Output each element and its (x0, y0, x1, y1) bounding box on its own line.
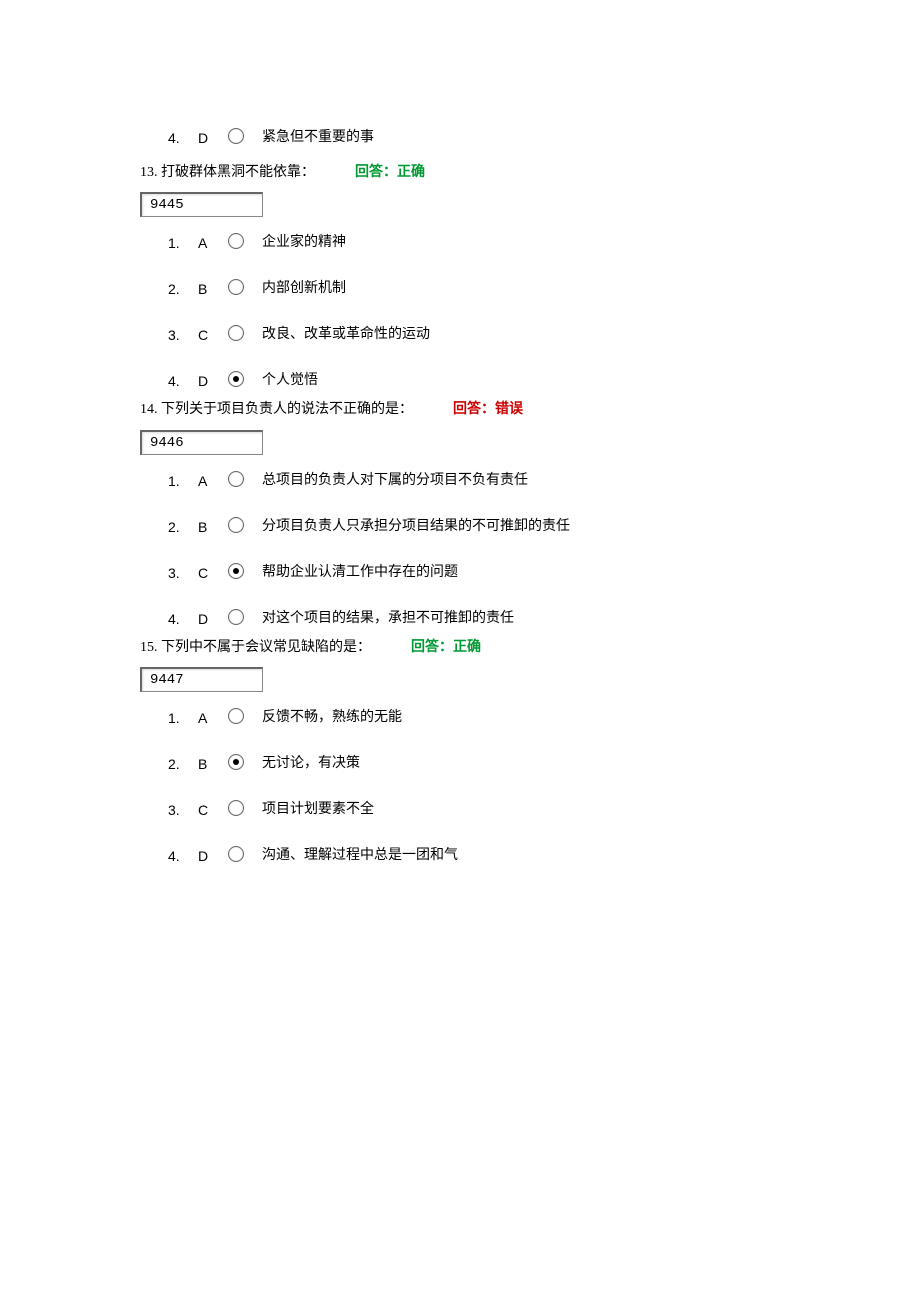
options-list: 1. A 反馈不畅，熟练的无能 2. B 无讨论，有决策 3. C 项目计划要素不全 4. D 沟通、… (140, 710, 780, 864)
option-letter: A (198, 474, 216, 488)
option-text: 对这个项目的结果，承担不可推卸的责任 (262, 612, 514, 626)
option-letter: B (198, 757, 216, 771)
option-letter: D (198, 612, 216, 626)
options-list: 1. A 企业家的精神 2. B 内部创新机制 3. C 改良、改革或革命性的运动 4. D 个人觉悟 (140, 235, 780, 389)
question-header: 14. 下列关于项目负责人的说法不正确的是： 回答：错误 (140, 399, 780, 421)
option-text: 总项目的负责人对下属的分项目不负有责任 (262, 474, 528, 488)
option-text: 个人觉悟 (262, 374, 318, 388)
question-header: 15. 下列中不属于会议常见缺陷的是： 回答：正确 (140, 637, 780, 659)
radio-icon[interactable] (228, 471, 244, 487)
option-row[interactable]: 4. D 紧急但不重要的事 (168, 130, 780, 146)
option-index: 4. (168, 131, 190, 145)
option-index: 1. (168, 474, 190, 488)
option-index: 3. (168, 803, 190, 817)
option-row[interactable]: 1. A 总项目的负责人对下属的分项目不负有责任 (168, 473, 780, 489)
option-row[interactable]: 4. D 个人觉悟 (168, 373, 780, 389)
option-text: 反馈不畅，熟练的无能 (262, 711, 402, 725)
option-index: 4. (168, 612, 190, 626)
option-index: 3. (168, 328, 190, 342)
option-index: 4. (168, 849, 190, 863)
radio-icon[interactable] (228, 754, 244, 770)
option-letter: D (198, 131, 216, 145)
option-row[interactable]: 3. C 项目计划要素不全 (168, 802, 780, 818)
option-letter: D (198, 849, 216, 863)
question-text: 打破群体黑洞不能依靠： (161, 165, 315, 180)
radio-icon[interactable] (228, 517, 244, 533)
option-row[interactable]: 1. A 反馈不畅，熟练的无能 (168, 710, 780, 726)
option-letter: D (198, 374, 216, 388)
option-text: 项目计划要素不全 (262, 803, 374, 817)
option-letter: C (198, 328, 216, 342)
option-index: 4. (168, 374, 190, 388)
feedback-label: 回答：正确 (411, 640, 481, 655)
option-index: 2. (168, 282, 190, 296)
option-letter: B (198, 282, 216, 296)
question-header: 13. 打破群体黑洞不能依靠： 回答：正确 (140, 162, 780, 184)
radio-icon[interactable] (228, 325, 244, 341)
question-text: 下列关于项目负责人的说法不正确的是： (161, 402, 413, 417)
options-list: 1. A 总项目的负责人对下属的分项目不负有责任 2. B 分项目负责人只承担分项目结果的… (140, 473, 780, 627)
option-row[interactable]: 1. A 企业家的精神 (168, 235, 780, 251)
option-row[interactable]: 2. B 内部创新机制 (168, 281, 780, 297)
radio-icon[interactable] (228, 800, 244, 816)
option-letter: A (198, 236, 216, 250)
radio-icon[interactable] (228, 846, 244, 862)
radio-icon[interactable] (228, 128, 244, 144)
option-letter: C (198, 566, 216, 580)
radio-icon[interactable] (228, 708, 244, 724)
option-letter: B (198, 520, 216, 534)
radio-icon[interactable] (228, 371, 244, 387)
question-number: 15. (140, 640, 158, 655)
option-row[interactable]: 3. C 改良、改革或革命性的运动 (168, 327, 780, 343)
radio-icon[interactable] (228, 563, 244, 579)
quiz-page: 4. D 紧急但不重要的事 13. 打破群体黑洞不能依靠： 回答：正确 9445 1.… (0, 0, 920, 914)
option-index: 2. (168, 520, 190, 534)
option-letter: C (198, 803, 216, 817)
option-row[interactable]: 4. D 沟通、理解过程中总是一团和气 (168, 848, 780, 864)
question-number: 13. (140, 165, 158, 180)
question-number: 14. (140, 402, 158, 417)
option-text: 帮助企业认清工作中存在的问题 (262, 566, 458, 580)
option-row[interactable]: 2. B 无讨论，有决策 (168, 756, 780, 772)
option-letter: A (198, 711, 216, 725)
question-id-box: 9446 (140, 430, 263, 455)
option-index: 3. (168, 566, 190, 580)
option-index: 1. (168, 236, 190, 250)
option-text: 分项目负责人只承担分项目结果的不可推卸的责任 (262, 520, 570, 534)
option-row[interactable]: 4. D 对这个项目的结果，承担不可推卸的责任 (168, 611, 780, 627)
option-text: 紧急但不重要的事 (262, 131, 374, 145)
question-id-box: 9445 (140, 192, 263, 217)
option-text: 企业家的精神 (262, 236, 346, 250)
option-index: 2. (168, 757, 190, 771)
question-id-box: 9447 (140, 667, 263, 692)
question-text: 下列中不属于会议常见缺陷的是： (161, 640, 371, 655)
radio-icon[interactable] (228, 609, 244, 625)
feedback-label: 回答：正确 (355, 165, 425, 180)
option-text: 内部创新机制 (262, 282, 346, 296)
option-row[interactable]: 3. C 帮助企业认清工作中存在的问题 (168, 565, 780, 581)
option-text: 改良、改革或革命性的运动 (262, 328, 430, 342)
radio-icon[interactable] (228, 279, 244, 295)
option-row[interactable]: 2. B 分项目负责人只承担分项目结果的不可推卸的责任 (168, 519, 780, 535)
orphan-option: 4. D 紧急但不重要的事 (140, 130, 780, 146)
questions-container: 13. 打破群体黑洞不能依靠： 回答：正确 9445 1. A 企业家的精神 2. B 内部创新… (140, 162, 780, 864)
option-text: 无讨论，有决策 (262, 757, 360, 771)
option-index: 1. (168, 711, 190, 725)
feedback-label: 回答：错误 (453, 402, 523, 417)
option-text: 沟通、理解过程中总是一团和气 (262, 849, 458, 863)
radio-icon[interactable] (228, 233, 244, 249)
